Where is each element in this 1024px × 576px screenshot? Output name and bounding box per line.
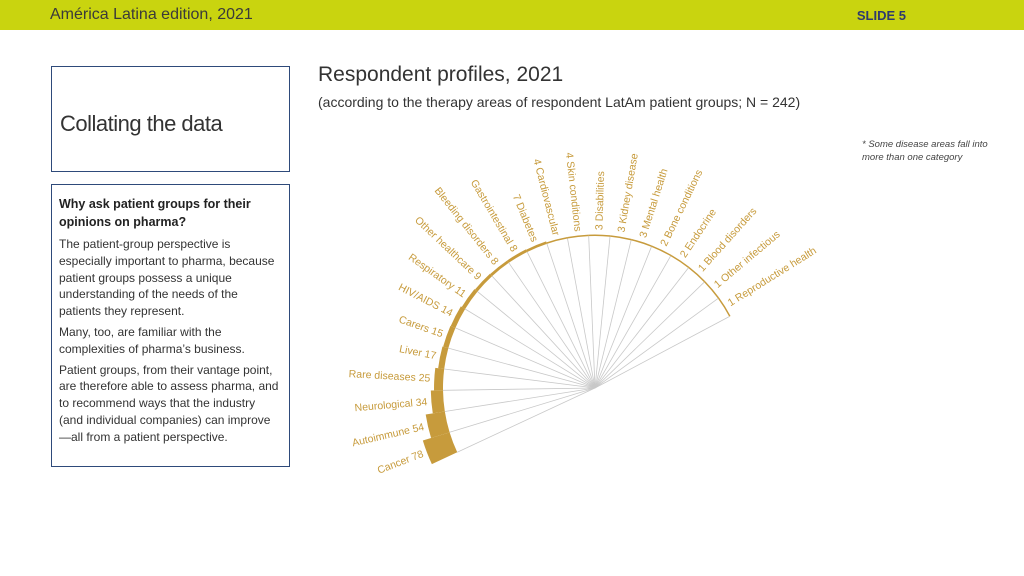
spoke-line <box>477 291 596 389</box>
spoke-line <box>444 387 596 412</box>
spoke-line <box>491 275 596 389</box>
spoke-line <box>457 387 596 453</box>
spoke-line <box>594 267 689 389</box>
spoke-line <box>448 347 596 389</box>
chart-bar-cardiovascular <box>546 237 568 244</box>
chart-bar-cancer <box>422 432 458 465</box>
spoke-line <box>588 236 596 389</box>
chart-label: 3 Disabilities <box>593 171 607 230</box>
chart-label: 4 Skin conditions <box>563 152 584 232</box>
chart-bar-carers <box>443 325 456 349</box>
spoke-line <box>567 238 596 389</box>
chart-bar-skin-conditions <box>567 234 589 239</box>
chart-bar-neurological <box>430 390 445 414</box>
chart-label: Cancer 78 <box>376 448 426 477</box>
chart-label: Liver 17 <box>398 343 437 362</box>
chart-label: Autoimmune 54 <box>351 421 426 449</box>
spoke-line <box>442 387 596 391</box>
radial-bar-chart: Cancer 78Autoimmune 54 Neurological 34 Rar… <box>348 152 819 477</box>
chart-bar-liver <box>438 346 449 369</box>
chart-bar-rare-diseases <box>434 367 445 391</box>
chart-label: 3 Kidney disease <box>615 152 640 233</box>
chart-label: 7 Diabetes <box>510 193 540 244</box>
spoke-line <box>546 243 596 389</box>
chart-label: Neurological 34 <box>354 396 428 414</box>
chart-bar-mental-health <box>631 238 652 247</box>
spoke-line <box>449 387 596 433</box>
chart-label: Rare diseases 25 <box>348 368 430 385</box>
chart-label: 1 Reproductive health <box>726 245 819 309</box>
chart-bar-disabilities <box>588 234 611 237</box>
chart-label: Carers 15 <box>397 314 445 341</box>
spoke-line <box>594 246 652 389</box>
chart-bar-kidney-disease <box>610 235 632 241</box>
spoke-line <box>594 281 705 389</box>
